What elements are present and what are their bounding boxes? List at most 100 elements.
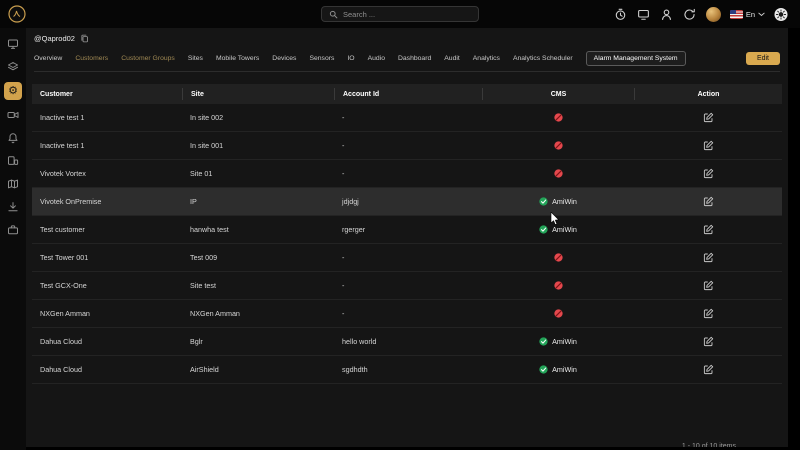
sidebar-item-briefcase[interactable]	[4, 222, 22, 238]
tab-analytics[interactable]: Analytics	[473, 55, 500, 62]
cell-site: Test 009	[182, 253, 334, 262]
cell-cms: AmiWin	[482, 225, 634, 234]
cell-action[interactable]	[634, 140, 782, 151]
edit-row-icon[interactable]	[703, 280, 714, 291]
copy-icon[interactable]	[80, 34, 89, 43]
table-row[interactable]: Inactive test 1In site 001-	[32, 132, 782, 160]
cell-site: Site test	[182, 281, 334, 290]
edit-row-icon[interactable]	[703, 140, 714, 151]
tab-mobile-towers[interactable]: Mobile Towers	[216, 55, 259, 62]
tab-customers[interactable]: Customers	[75, 55, 108, 62]
us-flag-icon	[730, 10, 743, 19]
cell-action[interactable]	[634, 224, 782, 235]
edit-row-icon[interactable]	[703, 364, 714, 375]
cell-action[interactable]	[634, 364, 782, 375]
table-row[interactable]: Test Tower 001Test 009-	[32, 244, 782, 272]
tab-sensors[interactable]: Sensors	[309, 55, 334, 62]
edit-row-icon[interactable]	[703, 336, 714, 347]
cell-cms	[482, 253, 634, 262]
user-avatar[interactable]	[706, 7, 721, 22]
column-header-account-id: Account Id	[334, 88, 482, 100]
cell-cms	[482, 169, 634, 178]
table-row[interactable]: Test GCX-OneSite test-	[32, 272, 782, 300]
tab-overview[interactable]: Overview	[34, 55, 62, 62]
table-row[interactable]: Inactive test 1In site 002-	[32, 104, 782, 132]
sidebar-item-download[interactable]	[4, 199, 22, 215]
cell-action[interactable]	[634, 252, 782, 263]
sidebar-item-layers[interactable]	[4, 59, 22, 75]
table-row[interactable]: Dahua CloudBglrhello worldAmiWin	[32, 328, 782, 356]
table-row[interactable]: Vivotek OnPremiseIPjdjdgjAmiWin	[32, 188, 782, 216]
main-panel: @Qaprod02 Overview Customers Customer Grou…	[26, 28, 788, 447]
account-name: @Qaprod02	[34, 34, 75, 43]
edit-row-icon[interactable]	[703, 252, 714, 263]
tab-devices[interactable]: Devices	[272, 55, 296, 62]
refresh-icon[interactable]	[683, 7, 697, 21]
account-line: @Qaprod02	[34, 34, 788, 43]
sidebar-item-bell[interactable]	[4, 130, 22, 146]
theme-toggle-icon[interactable]	[774, 7, 788, 21]
settings-icon: ⚙	[8, 86, 18, 97]
cell-action[interactable]	[634, 336, 782, 347]
user-icon[interactable]	[660, 7, 674, 21]
sidebar-item-display[interactable]	[4, 36, 22, 52]
cell-action[interactable]	[634, 308, 782, 319]
table-row[interactable]: Vivotek VortexSite 01-	[32, 160, 782, 188]
map-icon	[7, 178, 19, 190]
cell-customer: Test GCX-One	[32, 281, 182, 290]
sidebar-item-settings[interactable]: ⚙	[4, 82, 22, 100]
edit-row-icon[interactable]	[703, 196, 714, 207]
tab-sites[interactable]: Sites	[188, 55, 203, 62]
cell-customer: NXGen Amman	[32, 309, 182, 318]
cms-disabled-icon	[554, 169, 563, 178]
sidebar-item-map[interactable]	[4, 176, 22, 192]
column-header-action: Action	[634, 88, 782, 100]
tab-audit[interactable]: Audit	[444, 55, 460, 62]
edit-row-icon[interactable]	[703, 168, 714, 179]
sidebar: ⚙	[0, 28, 26, 450]
search-input[interactable]: Search ...	[321, 6, 479, 22]
chevron-down-icon	[758, 12, 765, 17]
language-selector[interactable]: En	[730, 10, 765, 19]
cell-account-id: -	[334, 253, 482, 262]
cell-action[interactable]	[634, 280, 782, 291]
tab-analytics-scheduler[interactable]: Analytics Scheduler	[513, 55, 573, 62]
cell-action[interactable]	[634, 196, 782, 207]
tab-dashboard[interactable]: Dashboard	[398, 55, 431, 62]
table-row[interactable]: Dahua CloudAirShieldsgdhdthAmiWin	[32, 356, 782, 384]
cms-connected-icon	[539, 197, 548, 206]
edit-row-icon[interactable]	[703, 224, 714, 235]
cell-customer: Vivotek Vortex	[32, 169, 182, 178]
cell-cms: AmiWin	[482, 337, 634, 346]
monitor-icon[interactable]	[637, 7, 651, 21]
edit-button[interactable]: Edit	[746, 52, 780, 65]
clock-icon[interactable]	[614, 7, 628, 21]
cell-action[interactable]	[634, 112, 782, 123]
sidebar-item-camera[interactable]	[4, 107, 22, 123]
cell-action[interactable]	[634, 168, 782, 179]
pagination[interactable]: 1 - 10 of 10 items	[682, 443, 736, 447]
tab-alarm-management-system[interactable]: Alarm Management System	[586, 51, 686, 66]
layers-icon	[7, 61, 19, 73]
sidebar-item-devices[interactable]	[4, 153, 22, 169]
tab-io[interactable]: IO	[347, 55, 354, 62]
table-row[interactable]: NXGen AmmanNXGen Amman-	[32, 300, 782, 328]
cell-site: IP	[182, 197, 334, 206]
cell-customer: Vivotek OnPremise	[32, 197, 182, 206]
cell-site: In site 001	[182, 141, 334, 150]
tab-customer-groups[interactable]: Customer Groups	[121, 55, 175, 62]
app-logo[interactable]	[8, 5, 26, 23]
tab-audio[interactable]: Audio	[368, 55, 385, 62]
edit-row-icon[interactable]	[703, 112, 714, 123]
cell-account-id: jdjdgj	[334, 197, 482, 206]
cms-disabled-icon	[554, 309, 563, 318]
topbar-actions: En	[614, 0, 788, 28]
cell-account-id: -	[334, 169, 482, 178]
cell-customer: Dahua Cloud	[32, 337, 182, 346]
cell-cms	[482, 141, 634, 150]
cell-account-id: -	[334, 141, 482, 150]
cms-name: AmiWin	[552, 225, 577, 234]
devices-icon	[7, 155, 19, 167]
table-row[interactable]: Test customerhanwha testrgergerAmiWin	[32, 216, 782, 244]
edit-row-icon[interactable]	[703, 308, 714, 319]
